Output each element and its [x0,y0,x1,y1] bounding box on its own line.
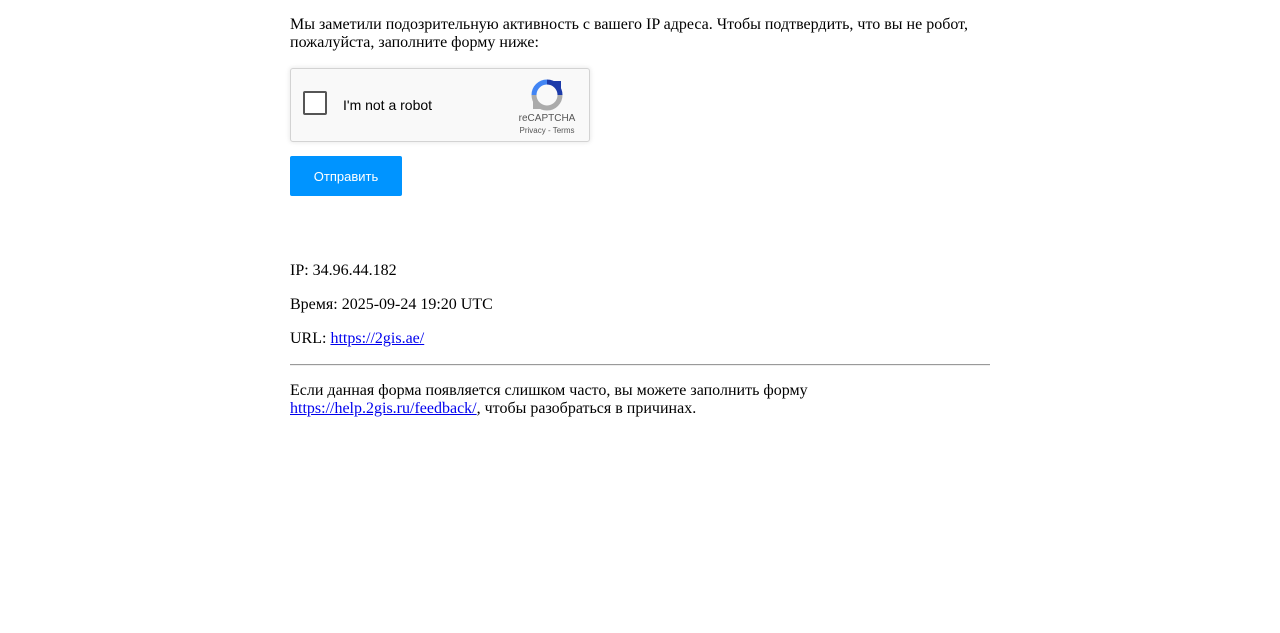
url-line: URL: https://2gis.ae/ [290,330,424,348]
recaptcha-links: Privacy - Terms [515,125,579,137]
footer-text: Если данная форма появляется слишком час… [290,382,850,418]
recaptcha-checkbox[interactable] [303,91,327,115]
footer-text-after: , чтобы разобраться в причинах. [476,400,697,417]
feedback-link[interactable]: https://help.2gis.ru/feedback/ [290,400,477,417]
recaptcha-checkbox-label: I'm not a robot [343,97,433,113]
time-line: Время: 2025-09-24 19:20 UTC [290,296,493,314]
recaptcha-widget: I'm not a robot reCAPTCHA Privacy - Term… [290,68,590,142]
recaptcha-privacy-link[interactable]: Privacy [520,126,546,135]
recaptcha-terms-link[interactable]: Terms [553,126,575,135]
url-label: URL: [290,330,331,347]
recaptcha-logo: reCAPTCHA Privacy - Terms [515,79,579,137]
divider [290,364,990,366]
url-link[interactable]: https://2gis.ae/ [330,330,424,347]
ip-value: 34.96.44.182 [312,262,397,279]
recaptcha-brand: reCAPTCHA [518,113,576,124]
ip-line: IP: 34.96.44.182 [290,262,397,280]
time-label: Время: [290,296,342,313]
footer-text-before: Если данная форма появляется слишком час… [290,382,808,399]
ip-label: IP: [290,262,313,279]
submit-button[interactable]: Отправить [290,156,402,196]
time-value: 2025-09-24 19:20 UTC [341,296,493,313]
recaptcha-links-separator: - [545,126,553,135]
recaptcha-logo-icon [531,79,563,111]
intro-text: Мы заметили подозрительную активность с … [290,16,968,51]
